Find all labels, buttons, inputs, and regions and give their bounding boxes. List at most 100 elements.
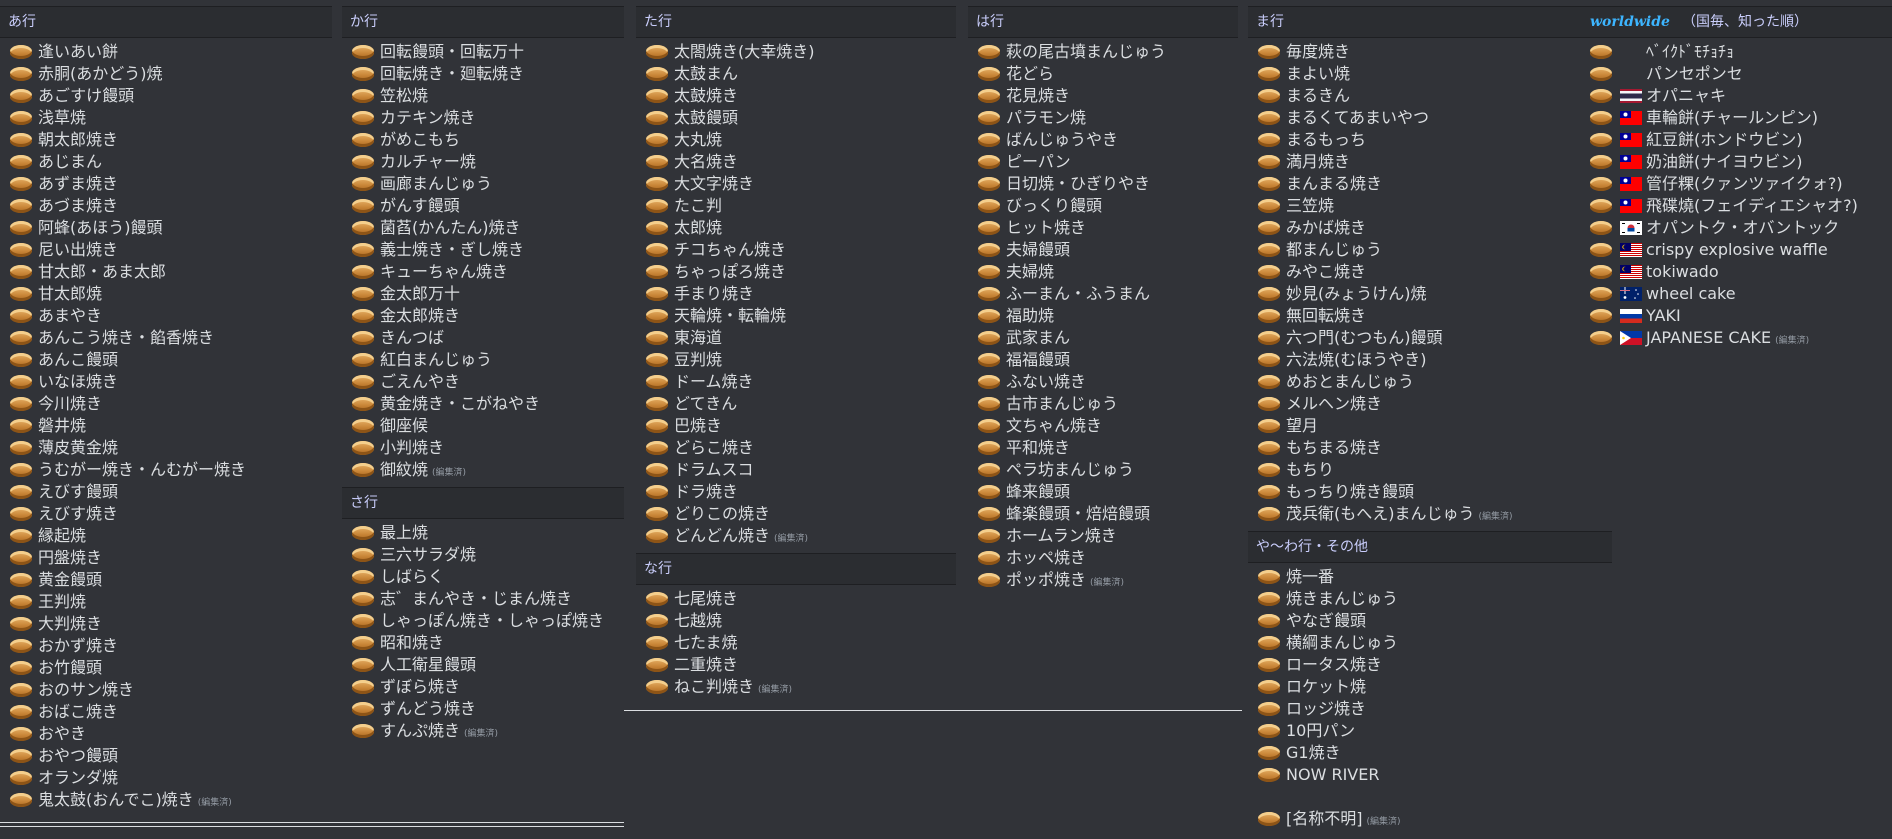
list-item[interactable]: パラモン焼	[968, 107, 1238, 129]
list-item[interactable]: あずま焼き	[0, 173, 332, 195]
list-item[interactable]: おかず焼き	[0, 635, 332, 657]
list-item[interactable]: 巴焼き	[636, 415, 956, 437]
list-item[interactable]: 金太郎焼き	[342, 305, 624, 327]
list-item[interactable]: ホームラン焼き	[968, 525, 1238, 547]
list-item[interactable]: ヒット焼き	[968, 217, 1238, 239]
list-item[interactable]: 三六サラダ焼	[342, 544, 624, 566]
list-item[interactable]: どりこの焼き	[636, 503, 956, 525]
list-item[interactable]: もっちり焼き饅頭	[1248, 481, 1612, 503]
list-item[interactable]: ロッジ焼き	[1248, 698, 1612, 720]
list-item[interactable]: めおとまんじゅう	[1248, 371, 1612, 393]
list-item[interactable]: 東海道	[636, 327, 956, 349]
list-item[interactable]: 横綱まんじゅう	[1248, 632, 1612, 654]
list-item[interactable]: ポッポ焼き (編集済)	[968, 569, 1238, 591]
list-item[interactable]: どんどん焼き (編集済)	[636, 525, 956, 547]
list-item[interactable]: みやこ焼き	[1248, 261, 1612, 283]
list-item[interactable]: しゃっぽん焼き・しゃっぽ焼き	[342, 610, 624, 632]
list-item[interactable]: ロケット焼	[1248, 676, 1612, 698]
list-item[interactable]: 妙見(みょうけん)焼	[1248, 283, 1612, 305]
list-item[interactable]: 笠松焼	[342, 85, 624, 107]
list-item[interactable]: 御座候	[342, 415, 624, 437]
list-item[interactable]: 毎度焼き	[1248, 41, 1612, 63]
list-item[interactable]: 縁起焼	[0, 525, 332, 547]
list-item[interactable]: えびす饅頭	[0, 481, 332, 503]
list-item[interactable]: 黄金饅頭	[0, 569, 332, 591]
list-item[interactable]: 画廊まんじゅう	[342, 173, 624, 195]
list-item[interactable]: 回転饅頭・回転万十	[342, 41, 624, 63]
list-item[interactable]: がめこもち	[342, 129, 624, 151]
list-item[interactable]: YAKI	[1582, 305, 1892, 327]
list-item[interactable]: やなぎ饅頭	[1248, 610, 1612, 632]
list-item[interactable]: 飛碟燒(フェイディエシャオ?)	[1582, 195, 1892, 217]
list-item[interactable]: がんす饅頭	[342, 195, 624, 217]
list-item[interactable]: オパントク・オバントック	[1582, 217, 1892, 239]
list-item[interactable]: 七尾焼き	[636, 588, 956, 610]
list-item[interactable]: 六法焼(むほうやき)	[1248, 349, 1612, 371]
list-item[interactable]: 満月焼き	[1248, 151, 1612, 173]
list-item[interactable]: パンセポンセ	[1582, 63, 1892, 85]
list-item[interactable]: 望月	[1248, 415, 1612, 437]
list-item[interactable]: 最上焼	[342, 522, 624, 544]
list-item[interactable]: 紅豆餅(ホンドウビン)	[1582, 129, 1892, 151]
list-item[interactable]: ホッペ焼き	[968, 547, 1238, 569]
list-item[interactable]: 焼きまんじゅう	[1248, 588, 1612, 610]
list-item[interactable]: 福助焼	[968, 305, 1238, 327]
list-item[interactable]: ピーパン	[968, 151, 1238, 173]
list-item[interactable]: きんつば	[342, 327, 624, 349]
list-item[interactable]: ごえんやき	[342, 371, 624, 393]
list-item[interactable]: おやつ饅頭	[0, 745, 332, 767]
list-item[interactable]: ドラ焼き	[636, 481, 956, 503]
list-item[interactable]: まるきん	[1248, 85, 1612, 107]
list-item[interactable]: カテキン焼き	[342, 107, 624, 129]
list-item[interactable]: 萩の尾古墳まんじゅう	[968, 41, 1238, 63]
list-item[interactable]: キューちゃん焼き	[342, 261, 624, 283]
list-item[interactable]: 紅白まんじゅう	[342, 349, 624, 371]
list-item[interactable]: 黄金焼き・こがねやき	[342, 393, 624, 415]
list-item[interactable]: ばんじゅうやき	[968, 129, 1238, 151]
list-item[interactable]: 日切焼・ひぎりやき	[968, 173, 1238, 195]
list-item[interactable]: 大判焼き	[0, 613, 332, 635]
list-item[interactable]: 蜂来饅頭	[968, 481, 1238, 503]
list-item[interactable]: 三笠焼	[1248, 195, 1612, 217]
list-item[interactable]: オランダ焼	[0, 767, 332, 789]
list-item[interactable]: 無回転焼き	[1248, 305, 1612, 327]
list-item[interactable]: 志゛まんやき・じまん焼き	[342, 588, 624, 610]
list-item[interactable]: 花どら	[968, 63, 1238, 85]
list-item[interactable]: 天輪焼・転輪焼	[636, 305, 956, 327]
list-item[interactable]: びっくり饅頭	[968, 195, 1238, 217]
list-item[interactable]: 太鼓饅頭	[636, 107, 956, 129]
list-item[interactable]: 金太郎万十	[342, 283, 624, 305]
list-item[interactable]: 管仔粿(クァンツァイクォ?)	[1582, 173, 1892, 195]
list-item[interactable]: おのサン焼き	[0, 679, 332, 701]
list-item[interactable]: 回転焼き・廻転焼き	[342, 63, 624, 85]
list-item[interactable]: 菌萏(かんたん)焼き	[342, 217, 624, 239]
list-item[interactable]: 手まり焼き	[636, 283, 956, 305]
list-item[interactable]: 尼い出焼き	[0, 239, 332, 261]
list-item[interactable]: 太鼓まん	[636, 63, 956, 85]
list-item[interactable]: ドーム焼き	[636, 371, 956, 393]
list-item[interactable]: 大丸焼	[636, 129, 956, 151]
list-item[interactable]: メルヘン焼き	[1248, 393, 1612, 415]
list-item[interactable]: 都まんじゅう	[1248, 239, 1612, 261]
list-item[interactable]: 車輪餅(チャールンピン)	[1582, 107, 1892, 129]
list-item[interactable]: wheel cake	[1582, 283, 1892, 305]
list-item[interactable]: ロータス焼き	[1248, 654, 1612, 676]
list-item[interactable]: 昭和焼き	[342, 632, 624, 654]
list-item[interactable]: ドラムスコ	[636, 459, 956, 481]
list-item[interactable]: もちり	[1248, 459, 1612, 481]
list-item[interactable]: 10円パン	[1248, 720, 1612, 742]
list-item[interactable]: カルチャー焼	[342, 151, 624, 173]
list-item[interactable]: 薄皮黄金焼	[0, 437, 332, 459]
list-item[interactable]: 福福饅頭	[968, 349, 1238, 371]
list-item[interactable]: 御紋焼 (編集済)	[342, 459, 624, 481]
list-item[interactable]: ふない焼き	[968, 371, 1238, 393]
list-item[interactable]: すんぷ焼き (編集済)	[342, 720, 624, 742]
list-item[interactable]: 磐井焼	[0, 415, 332, 437]
list-item[interactable]: 大文字焼き	[636, 173, 956, 195]
list-item[interactable]: 太閤焼き(大幸焼き)	[636, 41, 956, 63]
list-item[interactable]: どてきん	[636, 393, 956, 415]
list-item[interactable]: えびす焼き	[0, 503, 332, 525]
list-item[interactable]: 阿蜂(あほう)饅頭	[0, 217, 332, 239]
list-item[interactable]: あんこ饅頭	[0, 349, 332, 371]
list-item[interactable]: 茂兵衛(もへえ)まんじゅう (編集済)	[1248, 503, 1612, 525]
